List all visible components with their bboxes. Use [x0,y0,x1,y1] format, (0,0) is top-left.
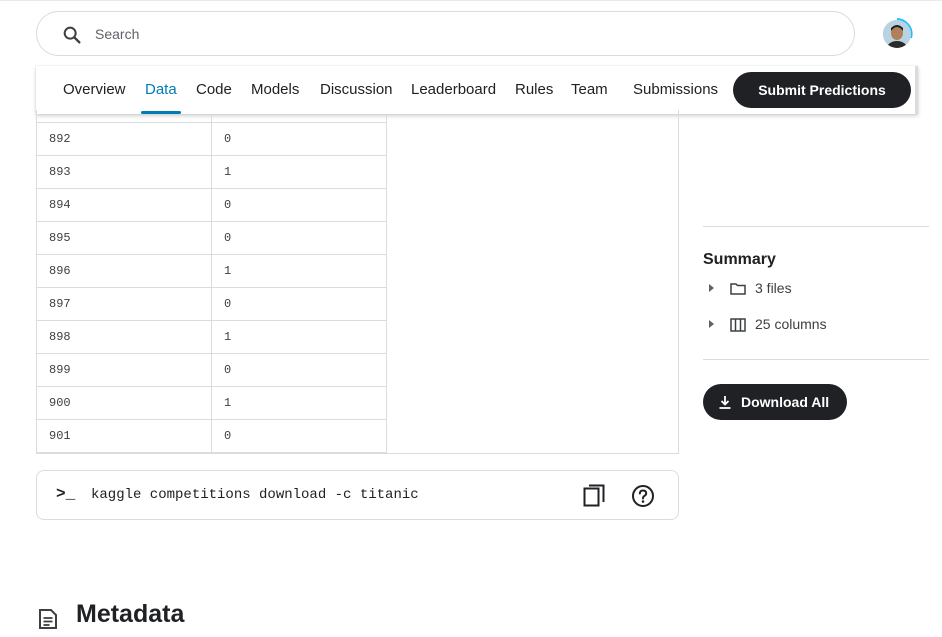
columns-icon [730,318,746,332]
table-cell: 892 [36,123,212,156]
table-cell: 0 [212,288,387,321]
sidebar-divider [703,226,929,227]
table-cell: 0 [212,189,387,222]
table-cell: 898 [36,321,212,354]
submit-predictions-button[interactable]: Submit Predictions [733,72,911,108]
tab-overview[interactable]: Overview [63,81,126,98]
download-all-button[interactable]: Download All [703,384,847,420]
table-row: 895 0 [36,222,387,255]
table-cell: 1 [212,387,387,420]
tab-rules[interactable]: Rules [515,81,553,98]
table-cell: 897 [36,288,212,321]
table-cell: 895 [36,222,212,255]
competition-tabs: Overview Data Code Models Discussion Lea… [36,66,918,114]
table-row: 898 1 [36,321,387,354]
avatar [883,20,911,48]
table-row: 897 0 [36,288,387,321]
tab-submissions[interactable]: Submissions [633,81,718,98]
caret-right-icon [709,284,714,292]
sidebar-divider [703,359,929,360]
scroll-edge [915,66,918,114]
tab-models[interactable]: Models [251,81,299,98]
terminal-icon: >_ [56,485,76,503]
metadata-heading: Metadata [76,600,185,628]
search-icon [63,26,81,44]
table-cell: 1 [212,156,387,189]
folder-icon [730,283,746,295]
tab-discussion[interactable]: Discussion [320,81,393,98]
tab-data[interactable]: Data [141,81,181,114]
download-icon [719,396,731,409]
table-cell: 1 [212,321,387,354]
table-row: 900 1 [36,387,387,420]
table-cell: 901 [36,420,212,453]
table-row: 896 1 [36,255,387,288]
table-cell: 0 [212,123,387,156]
summary-columns-row[interactable]: 25 columns [703,313,929,337]
table-cell: 0 [212,420,387,453]
table-cell: 899 [36,354,212,387]
table-row: 901 0 [36,420,387,453]
table-cell: 900 [36,387,212,420]
files-count: 3 files [755,280,792,296]
table-row: 892 0 [36,123,387,156]
columns-count: 25 columns [755,316,827,332]
top-divider [0,0,942,1]
table-row-partial [36,114,387,123]
summary-files-row[interactable]: 3 files [703,277,929,301]
copy-icon[interactable] [583,484,605,508]
api-command-box: >_ kaggle competitions download -c titan… [36,470,679,520]
document-icon [39,609,57,629]
tab-leaderboard[interactable]: Leaderboard [411,81,496,98]
table-cell: 0 [212,354,387,387]
download-all-label: Download All [741,394,830,410]
table-cell: 0 [212,222,387,255]
tab-code[interactable]: Code [196,81,232,98]
table-row: 894 0 [36,189,387,222]
user-avatar-button[interactable] [880,17,914,51]
search-input[interactable] [95,22,695,46]
table-row: 899 0 [36,354,387,387]
summary-heading: Summary [703,251,776,268]
table-cell: 896 [36,255,212,288]
tab-team[interactable]: Team [571,81,608,98]
table-cell: 893 [36,156,212,189]
help-icon[interactable] [631,484,655,508]
table-cell: 1 [212,255,387,288]
table-cell: 894 [36,189,212,222]
table-row: 893 1 [36,156,387,189]
caret-right-icon [709,320,714,328]
api-command-text[interactable]: kaggle competitions download -c titanic [91,487,419,503]
search-bar[interactable] [36,11,855,56]
